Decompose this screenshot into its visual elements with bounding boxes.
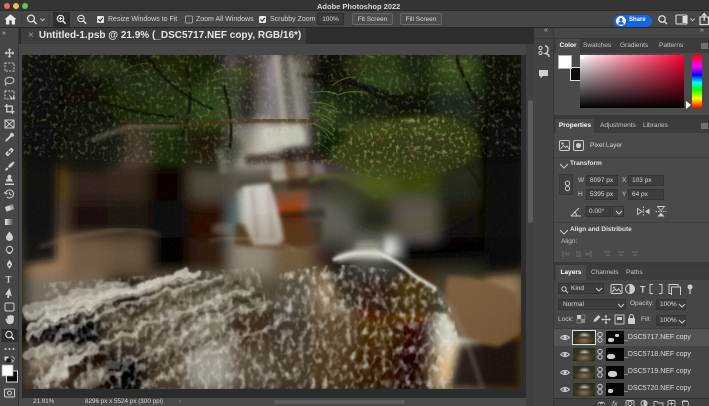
svg-text:fx: fx (612, 401, 618, 406)
svg-text:T: T (640, 285, 646, 295)
svg-text:»: » (2, 30, 6, 37)
svg-text:T: T (6, 275, 12, 285)
